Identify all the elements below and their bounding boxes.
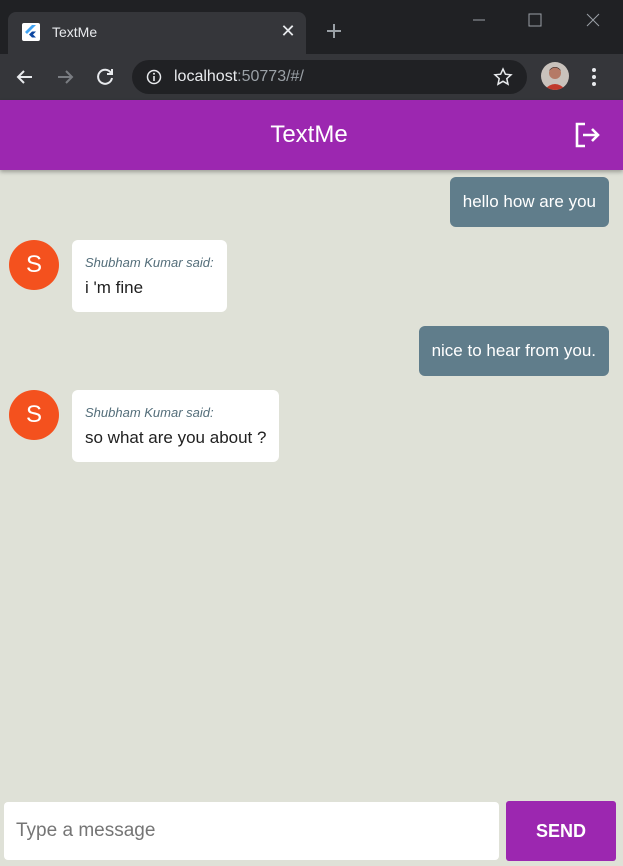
message-input[interactable] (4, 802, 499, 860)
reload-icon[interactable] (92, 64, 118, 90)
minimize-button[interactable] (467, 8, 491, 32)
sent-message-bubble: hello how are you (449, 177, 609, 227)
send-button[interactable]: SEND (506, 801, 616, 861)
avatar: S (9, 240, 59, 290)
app-bar: TextMe (0, 100, 623, 170)
flutter-icon (22, 23, 40, 41)
browser-tab-strip: TextMe ✕ (0, 0, 623, 54)
more-menu-icon[interactable] (584, 64, 604, 90)
sender-label: Shubham Kumar said: (85, 405, 214, 420)
bookmark-star-icon[interactable] (493, 67, 513, 87)
url-text: localhost:50773/#/ (174, 68, 304, 85)
received-message-bubble: Shubham Kumar said: so what are you abou… (72, 390, 280, 462)
app-title: TextMe (270, 121, 348, 148)
browser-toolbar: localhost:50773/#/ (0, 54, 623, 100)
info-icon[interactable] (146, 69, 162, 85)
sent-message-bubble: nice to hear from you. (418, 326, 609, 376)
tab-title: TextMe (52, 24, 98, 40)
message-composer: SEND (0, 798, 623, 866)
forward-icon[interactable] (52, 64, 78, 90)
message-text: i 'm fine (85, 278, 144, 297)
window-close-button[interactable] (581, 8, 605, 32)
chat-list[interactable]: hello how are you S Shubham Kumar said: … (0, 170, 623, 798)
sender-label: Shubham Kumar said: (85, 255, 214, 270)
new-tab-button[interactable] (322, 19, 346, 43)
maximize-button[interactable] (523, 8, 547, 32)
logout-icon[interactable] (572, 120, 602, 150)
received-message-bubble: Shubham Kumar said: i 'm fine (72, 240, 227, 312)
avatar: S (9, 390, 59, 440)
browser-tab[interactable]: TextMe ✕ (8, 12, 306, 54)
address-bar[interactable]: localhost:50773/#/ (132, 60, 527, 94)
back-icon[interactable] (12, 64, 38, 90)
tab-close-button[interactable]: ✕ (278, 21, 298, 41)
profile-avatar[interactable] (541, 62, 569, 90)
message-text: so what are you about ? (85, 428, 267, 447)
